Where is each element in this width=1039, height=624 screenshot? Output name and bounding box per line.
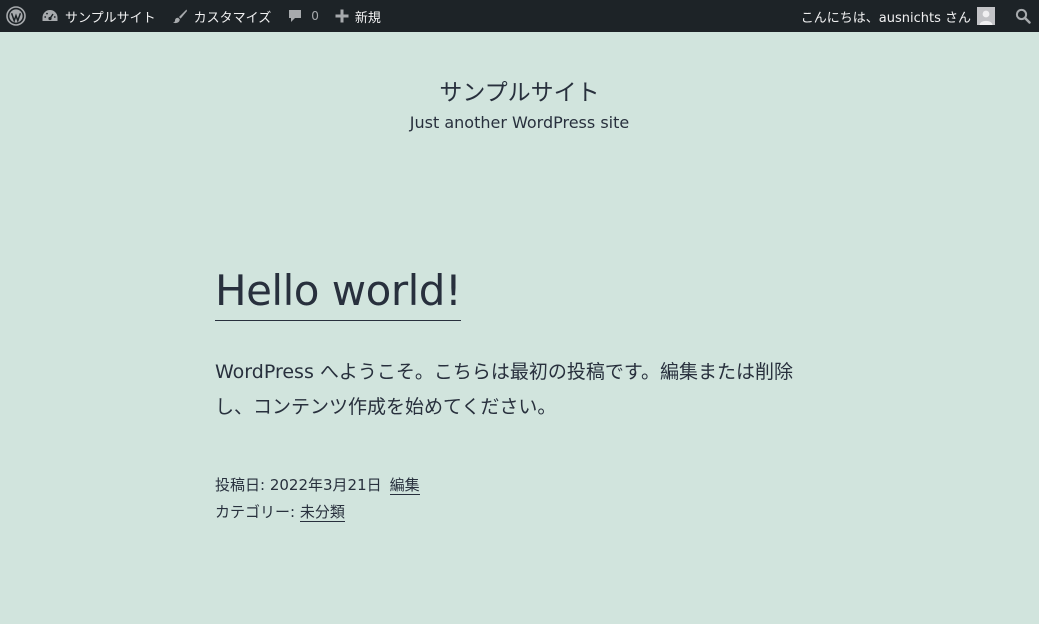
search-icon [1015,8,1031,24]
wordpress-menu[interactable] [0,0,33,32]
greeting-label: こんにちは、ausnichts さん [800,10,971,26]
admin-bar-right: こんにちは、ausnichts さん [793,0,1039,32]
comments-menu[interactable]: 0 [279,0,327,32]
post-article: Hello world! WordPress へようこそ。こちらは最初の投稿です… [215,262,825,526]
category-row: カテゴリー: 未分類 [215,499,825,526]
admin-bar-left: サンプルサイト カスタマイズ 0 新規 [0,0,389,32]
post-title-link[interactable]: Hello world! [215,262,462,321]
posted-on-label: 投稿日: [215,476,270,494]
plus-icon [335,9,349,23]
post-date: 2022年3月21日 [269,476,382,494]
comments-count: 0 [311,9,319,23]
customize-menu[interactable]: カスタマイズ [164,0,280,32]
site-description: Just another WordPress site [409,113,630,132]
edit-post-link[interactable]: 編集 [389,476,420,495]
avatar [977,7,995,25]
site-name-menu[interactable]: サンプルサイト [33,0,164,32]
site-title[interactable]: サンプルサイト [0,78,1039,108]
my-account-menu[interactable]: こんにちは、ausnichts さん [793,0,1003,32]
post-content: WordPress へようこそ。こちらは最初の投稿です。編集または削除し、コンテ… [215,361,793,418]
post-meta: 投稿日: 2022年3月21日 編集 カテゴリー: 未分類 [215,472,825,526]
site-header: サンプルサイト Just another WordPress site [0,78,1039,134]
dashboard-icon [41,8,59,24]
admin-bar: サンプルサイト カスタマイズ 0 新規 こんにちは、ausnichts さん [0,0,1039,32]
new-label: 新規 [354,10,381,26]
comment-icon [287,8,303,24]
posted-on-row: 投稿日: 2022年3月21日 編集 [215,472,825,499]
site-name-label: サンプルサイト [65,10,156,26]
customize-label: カスタマイズ [193,10,272,26]
paintbrush-icon [172,8,188,24]
new-content-menu[interactable]: 新規 [327,0,389,32]
wordpress-logo-icon [6,6,26,26]
category-label: カテゴリー: [215,503,300,521]
category-link[interactable]: 未分類 [299,503,345,522]
search-menu[interactable] [1003,0,1039,32]
